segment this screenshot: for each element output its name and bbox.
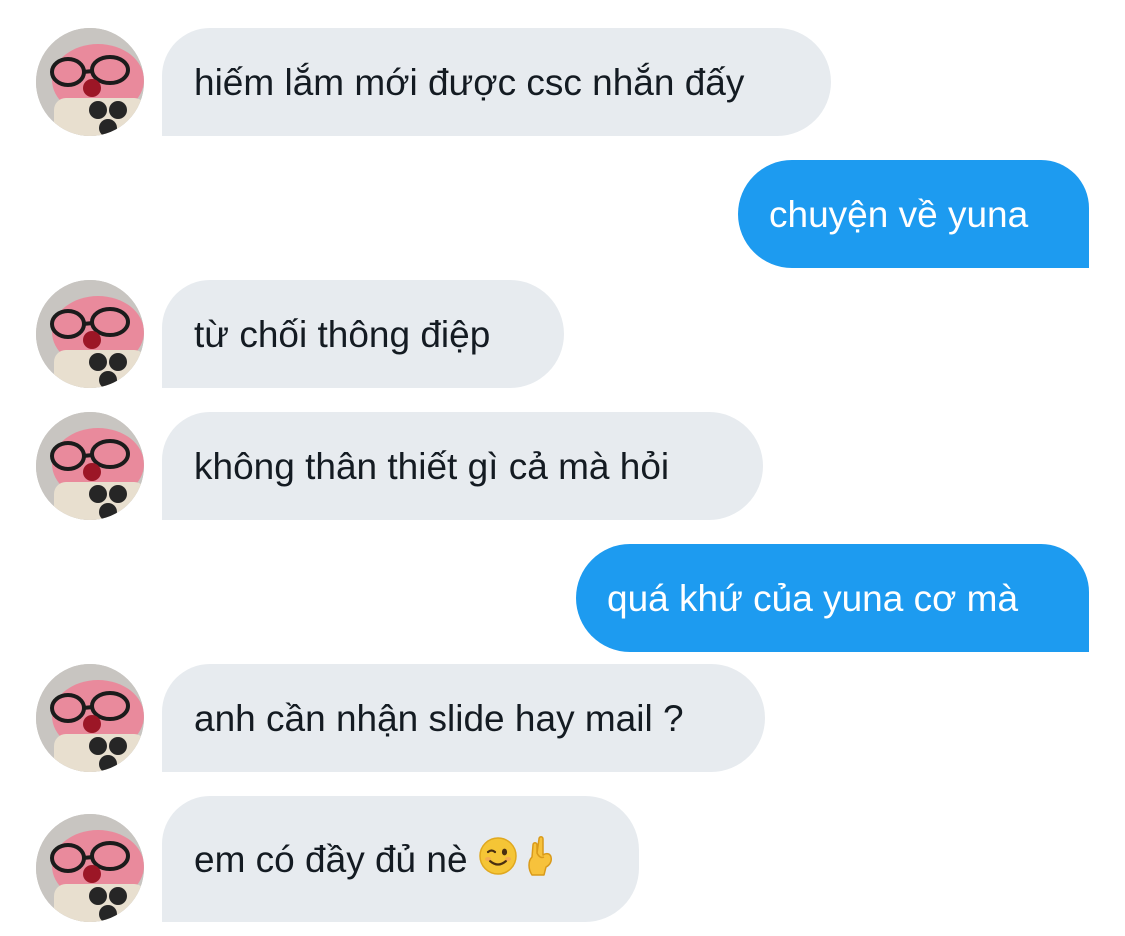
ok-hand-emoji: [524, 835, 558, 883]
message-text: quá khứ của yuna cơ mà: [607, 577, 1019, 619]
contact-avatar[interactable]: [36, 28, 144, 136]
message-text: chuyện về yuna: [769, 193, 1029, 235]
incoming-message-bubble[interactable]: anh cần nhận slide hay mail ?: [162, 664, 765, 772]
contact-avatar[interactable]: [36, 412, 144, 520]
outgoing-message-bubble[interactable]: quá khứ của yuna cơ mà: [576, 544, 1089, 652]
contact-avatar[interactable]: [36, 280, 144, 388]
incoming-message-bubble[interactable]: hiếm lắm mới được csc nhắn đấy: [162, 28, 831, 136]
message-text: không thân thiết gì cả mà hỏi: [194, 445, 670, 487]
conversation-thread: hiếm lắm mới được csc nhắn đấy chuyện về…: [0, 0, 1125, 936]
outgoing-message-bubble[interactable]: chuyện về yuna: [738, 160, 1089, 268]
message-text: từ chối thông điệp: [194, 313, 491, 355]
message-text: anh cần nhận slide hay mail ?: [194, 697, 684, 739]
incoming-message-bubble[interactable]: không thân thiết gì cả mà hỏi: [162, 412, 763, 520]
message-text: hiếm lắm mới được csc nhắn đấy: [194, 61, 745, 103]
message-text: em có đầy đủ nè: [194, 838, 468, 880]
winking-face-emoji: [478, 836, 518, 882]
incoming-message-bubble[interactable]: em có đầy đủ nè: [162, 796, 639, 922]
contact-avatar[interactable]: [36, 814, 144, 922]
contact-avatar[interactable]: [36, 664, 144, 772]
incoming-message-bubble[interactable]: từ chối thông điệp: [162, 280, 564, 388]
